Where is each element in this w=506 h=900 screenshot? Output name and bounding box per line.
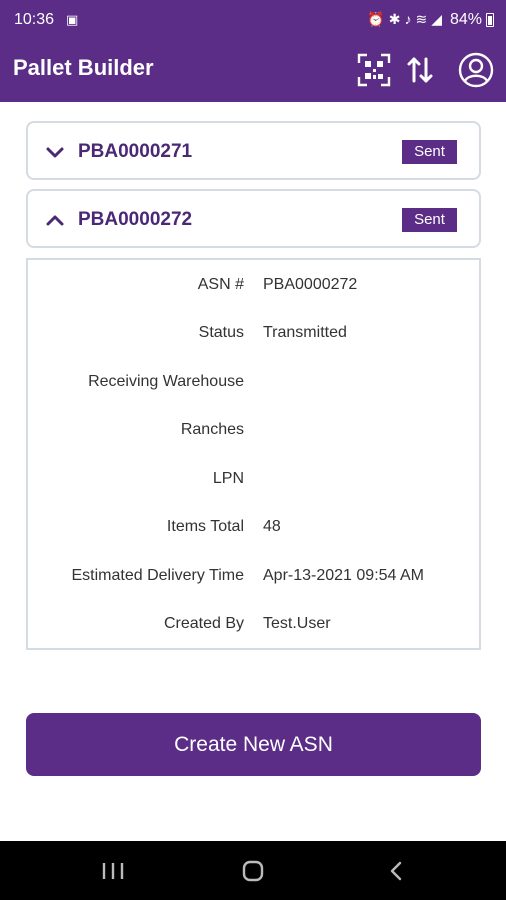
status-bar: 10:36 ▣ ⏰✱♪≋◢ 84% xyxy=(0,0,506,40)
user-profile-icon xyxy=(458,52,494,88)
profile-button[interactable] xyxy=(456,50,496,90)
back-icon xyxy=(390,861,402,881)
asn-card-collapsed[interactable]: PBA0000271 Sent xyxy=(26,121,481,180)
signal-icon: ◢ xyxy=(431,11,446,27)
status-time: 10:36 xyxy=(14,11,55,28)
detail-value: 48 xyxy=(263,518,281,535)
screenshot-icon: ▣ xyxy=(66,12,79,27)
sort-arrows-icon xyxy=(407,57,433,83)
detail-label: Items Total xyxy=(166,518,244,535)
detail-value: PBA0000272 xyxy=(263,276,358,293)
chevron-down-icon[interactable] xyxy=(44,141,66,163)
detail-row-lpn: LPN xyxy=(28,470,479,494)
status-badge: Sent xyxy=(402,208,457,232)
detail-value: Apr-13-2021 09:54 AM xyxy=(263,567,424,584)
asn-details-panel: ASN # PBA0000272 Status Transmitted Rece… xyxy=(26,258,481,650)
detail-value: Test.User xyxy=(263,615,331,632)
detail-label: Estimated Delivery Time xyxy=(71,567,245,584)
detail-row-created-by: Created By Test.User xyxy=(28,615,479,639)
detail-label: Status xyxy=(198,324,244,341)
create-new-asn-button[interactable]: Create New ASN xyxy=(26,713,481,776)
asn-id: PBA0000271 xyxy=(78,141,193,162)
home-icon xyxy=(242,860,264,882)
detail-label: LPN xyxy=(212,470,244,487)
battery-percent: 84% xyxy=(449,11,482,28)
wifi-icon: ≋ xyxy=(415,11,432,27)
qr-scan-button[interactable] xyxy=(354,50,394,90)
detail-row-estimated-delivery: Estimated Delivery Time Apr-13-2021 09:5… xyxy=(28,567,479,591)
detail-row-asn-number: ASN # PBA0000272 xyxy=(28,276,479,300)
detail-row-ranches: Ranches xyxy=(28,421,479,445)
detail-row-status: Status Transmitted xyxy=(28,324,479,348)
qr-scan-icon xyxy=(357,53,391,87)
detail-value: Transmitted xyxy=(263,324,347,341)
system-nav-bar xyxy=(0,841,506,900)
home-button[interactable] xyxy=(233,855,273,887)
recents-button[interactable] xyxy=(93,855,133,887)
asn-id: PBA0000272 xyxy=(78,209,193,230)
bluetooth-icon: ✱ xyxy=(388,11,405,27)
chevron-up-icon[interactable] xyxy=(44,209,66,231)
detail-label: Ranches xyxy=(180,421,244,438)
back-button[interactable] xyxy=(376,855,416,887)
app-bar: Pallet Builder xyxy=(0,40,506,102)
app-title: Pallet Builder xyxy=(13,55,154,80)
detail-label: ASN # xyxy=(197,276,244,293)
sort-button[interactable] xyxy=(400,50,440,90)
alarm-icon: ⏰ xyxy=(367,11,389,27)
battery-icon xyxy=(486,13,494,27)
recents-icon xyxy=(102,863,124,879)
asn-card-expanded[interactable]: PBA0000272 Sent xyxy=(26,189,481,248)
detail-label: Receiving Warehouse xyxy=(88,373,244,390)
detail-row-items-total: Items Total 48 xyxy=(28,518,479,542)
status-badge: Sent xyxy=(402,140,457,164)
mute-icon: ♪ xyxy=(404,11,416,27)
detail-label: Created By xyxy=(163,615,244,632)
status-icons: ⏰✱♪≋◢ xyxy=(367,11,446,28)
detail-row-receiving-warehouse: Receiving Warehouse xyxy=(28,373,479,397)
